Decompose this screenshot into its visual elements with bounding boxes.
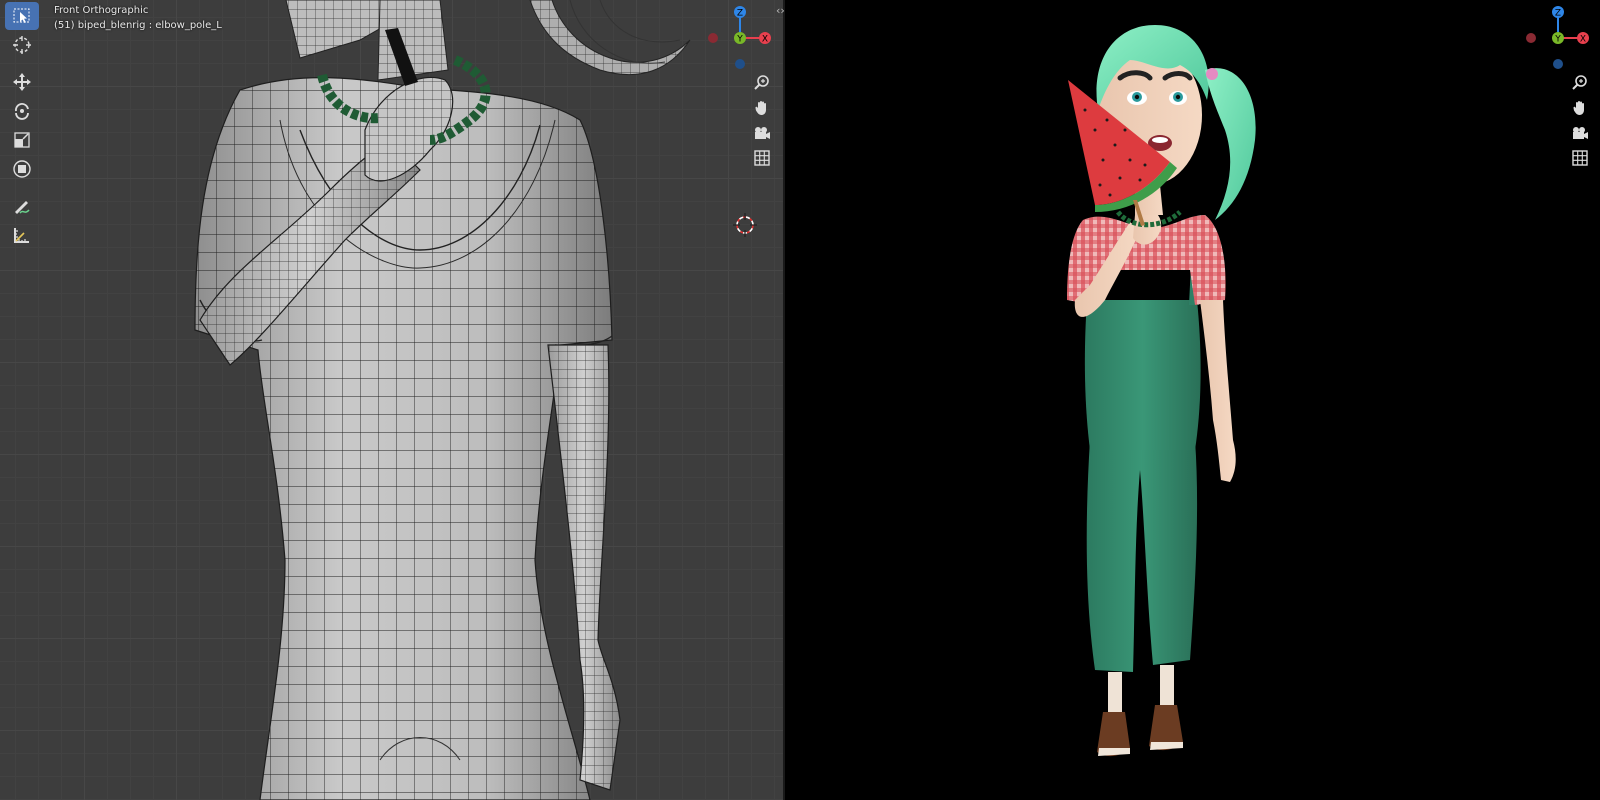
hair-mesh [529, 0, 691, 76]
3d-cursor-icon[interactable] [732, 212, 758, 238]
view-name: Front Orthographic [54, 5, 149, 16]
z-label: Z [1555, 9, 1561, 19]
annotate-tool[interactable] [5, 192, 39, 220]
pan-button[interactable] [1569, 97, 1591, 119]
object-info: (51) biped_blenrig : elbow_pole_L [54, 20, 222, 31]
y-label: Y [736, 35, 743, 45]
blender-app: Front Orthographic (51) biped_blenrig : … [0, 0, 1600, 800]
navigation-gizmo-right[interactable]: Z X Y [1518, 2, 1598, 72]
nav-buttons-left [751, 72, 773, 172]
camera-icon [755, 127, 770, 139]
move-tool[interactable] [5, 68, 39, 96]
zoom-button[interactable] [751, 72, 773, 94]
move-icon [13, 73, 31, 91]
x-label: X [1580, 35, 1586, 45]
measure-icon [14, 228, 29, 243]
select-box-tool[interactable] [5, 2, 39, 30]
viewport-left[interactable]: Front Orthographic (51) biped_blenrig : … [0, 0, 783, 800]
y-label: Y [1554, 35, 1561, 45]
rotate-icon [15, 103, 29, 120]
nav-buttons-right [1569, 72, 1591, 172]
scale-icon [14, 132, 30, 148]
area-split-arrows-icon[interactable]: ‹› [776, 4, 785, 17]
rendered-character [1067, 25, 1256, 757]
rotate-tool[interactable] [5, 97, 39, 125]
zoom-button[interactable] [1569, 72, 1591, 94]
annotate-icon [15, 201, 30, 214]
head-mesh [285, 0, 449, 81]
wireframe-mesh [194, 0, 691, 800]
viewport-header-info: Front Orthographic (51) biped_blenrig : … [54, 3, 222, 33]
ortho-toggle-button[interactable] [751, 147, 773, 169]
viewport-right-render[interactable]: Z X Y [785, 0, 1600, 800]
pan-hand-icon [1573, 101, 1584, 115]
zoom-icon [754, 75, 769, 90]
ortho-toggle-button[interactable] [1569, 147, 1591, 169]
cursor-tool[interactable] [5, 31, 39, 59]
tool-shelf [4, 2, 40, 250]
x-label: X [762, 35, 768, 45]
measure-tool[interactable] [5, 221, 39, 249]
camera-view-button[interactable] [1569, 122, 1591, 144]
camera-view-button[interactable] [751, 122, 773, 144]
grid-icon [754, 150, 770, 166]
camera-icon [1573, 127, 1588, 139]
z-label: Z [737, 9, 743, 19]
navigation-gizmo-left[interactable]: Z X Y [700, 2, 780, 72]
transform-tool[interactable] [5, 155, 39, 183]
grid-icon [1572, 150, 1588, 166]
scale-tool[interactable] [5, 126, 39, 154]
zoom-icon [1572, 75, 1587, 90]
transform-icon [13, 160, 31, 178]
pan-hand-icon [755, 101, 766, 115]
pan-button[interactable] [751, 97, 773, 119]
cursor-icon [13, 36, 31, 54]
select-box-icon [13, 8, 30, 23]
